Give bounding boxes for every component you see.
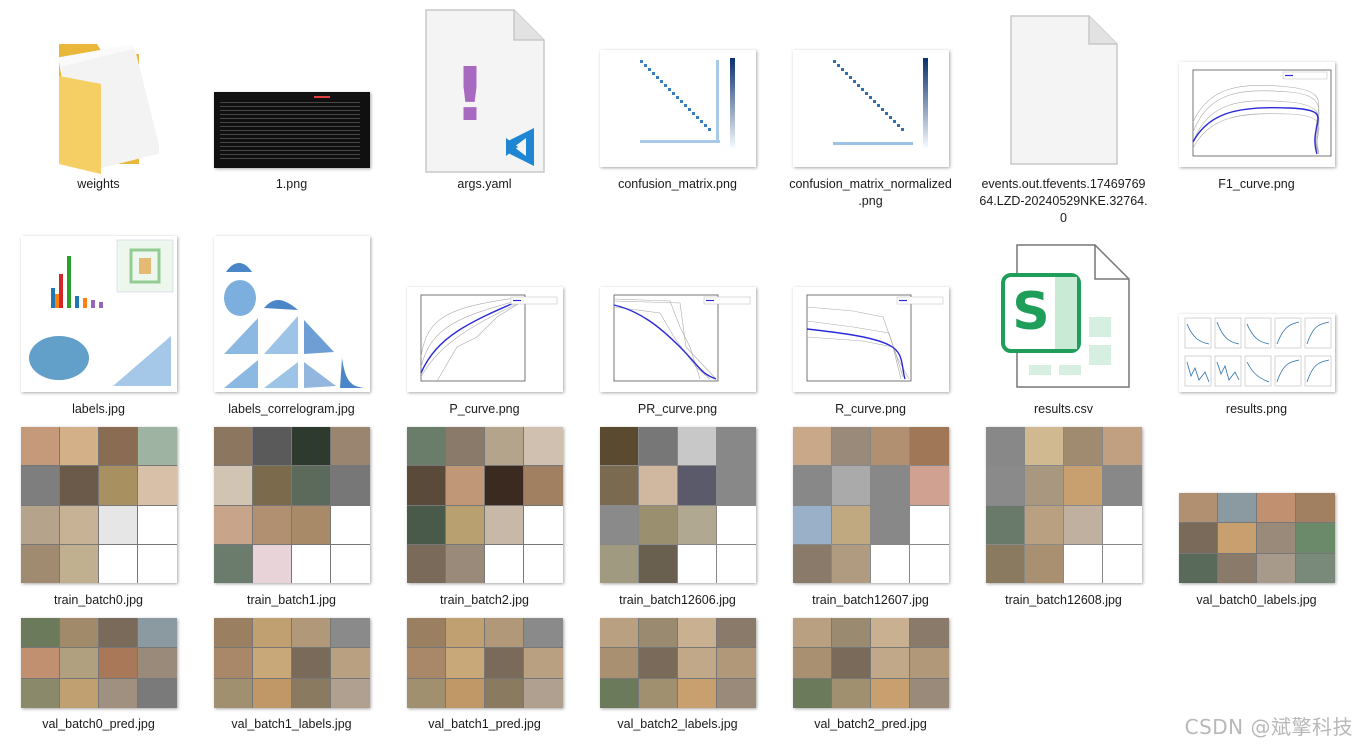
file-name: PR_curve.png — [637, 402, 718, 416]
mosaic-thumbnail — [599, 618, 756, 708]
mosaic-thumbnail — [792, 427, 949, 583]
file-name: confusion_matrix_normalized .png — [789, 177, 952, 208]
confusion-matrix-normalized-thumbnail — [792, 50, 949, 167]
file-name: results.csv — [1033, 402, 1094, 416]
file-name: train_batch0.jpg — [54, 593, 143, 607]
file-name: args.yaml — [457, 177, 512, 191]
mosaic-thumbnail — [985, 427, 1142, 583]
mosaic-thumbnail — [20, 618, 177, 708]
file-name: train_batch12608.jpg — [1005, 593, 1122, 607]
file-name: labels.jpg — [72, 402, 125, 416]
f1-curve-thumbnail — [1178, 62, 1335, 167]
pr-curve-thumbnail — [599, 287, 756, 392]
file-name: val_batch2_labels.jpg — [617, 717, 738, 731]
svg-text:S: S — [1012, 282, 1049, 342]
file-name: 1.png — [275, 177, 308, 191]
file-name: val_batch0_labels.jpg — [1196, 593, 1317, 607]
mosaic-thumbnail — [406, 618, 563, 708]
watermark: CSDN @斌擎科技 — [1184, 715, 1353, 739]
results-thumbnail — [1178, 314, 1335, 392]
terminal-thumbnail — [213, 92, 370, 168]
correlogram-thumbnail — [213, 236, 370, 392]
file-name: weights — [77, 177, 120, 191]
file-name: train_batch12606.jpg — [619, 593, 736, 607]
file-name: labels_correlogram.jpg — [228, 402, 355, 416]
file-name: R_curve.png — [835, 402, 906, 416]
yaml-file-icon: ! — [388, 8, 581, 174]
folder-icon — [2, 14, 195, 174]
mosaic-thumbnail — [213, 618, 370, 708]
p-curve-thumbnail — [406, 287, 563, 392]
blank-file-icon — [967, 14, 1160, 166]
r-curve-thumbnail — [792, 287, 949, 392]
file-name: results.png — [1225, 402, 1288, 416]
file-name: val_batch0_pred.jpg — [42, 717, 155, 731]
mosaic-thumbnail — [20, 427, 177, 583]
svg-text:!: ! — [453, 52, 487, 138]
file-name: confusion_matrix.png — [618, 177, 737, 191]
file-name: F1_curve.png — [1218, 177, 1295, 191]
file-name: train_batch12607.jpg — [812, 593, 929, 607]
file-name: val_batch2_pred.jpg — [814, 717, 927, 731]
mosaic-thumbnail — [406, 427, 563, 583]
file-name: events.out.tfevents.17469769 64.LZD-2024… — [979, 177, 1148, 225]
file-name: train_batch1.jpg — [247, 593, 336, 607]
file-name: val_batch1_labels.jpg — [231, 717, 352, 731]
mosaic-thumbnail — [213, 427, 370, 583]
mosaic-thumbnail — [1178, 493, 1335, 583]
file-name: train_batch2.jpg — [440, 593, 529, 607]
file-name: P_curve.png — [449, 402, 520, 416]
labels-thumbnail — [20, 236, 177, 392]
mosaic-thumbnail — [792, 618, 949, 708]
file-name: val_batch1_pred.jpg — [428, 717, 541, 731]
confusion-matrix-thumbnail — [599, 50, 756, 167]
mosaic-thumbnail — [599, 427, 756, 583]
csv-file-icon: S — [967, 241, 1160, 391]
